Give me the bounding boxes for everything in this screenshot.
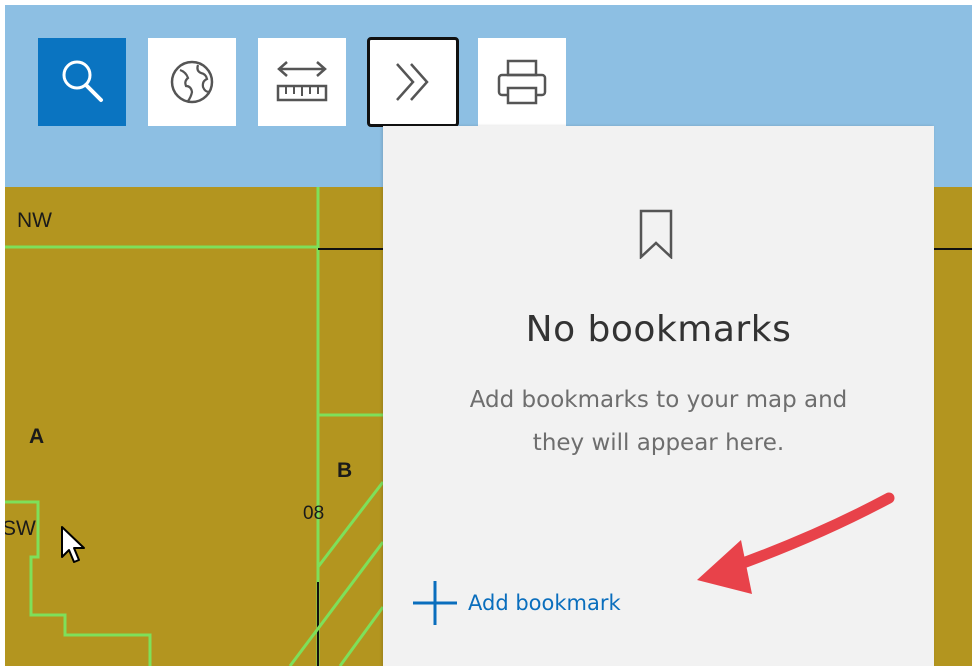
- add-bookmark-button[interactable]: Add bookmark: [410, 578, 621, 628]
- app-frame: NW A B SW 08 No bookmarks Add bookmarks …: [5, 5, 972, 666]
- map-label-a: A: [29, 425, 45, 448]
- printer-icon: [497, 59, 547, 105]
- map-label-number: 08: [303, 503, 325, 524]
- bookmarks-panel: No bookmarks Add bookmarks to your map a…: [383, 126, 934, 666]
- panel-title: No bookmarks: [525, 309, 792, 350]
- basemap-button[interactable]: [148, 38, 236, 126]
- globe-icon: [170, 60, 214, 104]
- map-label-sw: SW: [5, 517, 36, 540]
- bookmarks-button[interactable]: [367, 37, 459, 127]
- panel-description: Add bookmarks to your map and they will …: [469, 387, 848, 456]
- measurement-button[interactable]: [258, 38, 346, 126]
- add-bookmark-label: Add bookmark: [468, 591, 621, 615]
- print-button[interactable]: [478, 38, 566, 126]
- ruler-icon: [276, 61, 328, 102]
- search-icon: [62, 60, 103, 102]
- plus-icon: [413, 581, 457, 625]
- map-label-nw: NW: [17, 209, 52, 232]
- mouse-cursor-icon: [61, 526, 85, 563]
- map-label-b: B: [337, 459, 353, 482]
- double-chevron-right-icon: [396, 63, 429, 101]
- bookmark-icon: [639, 209, 673, 259]
- search-button[interactable]: [38, 38, 126, 126]
